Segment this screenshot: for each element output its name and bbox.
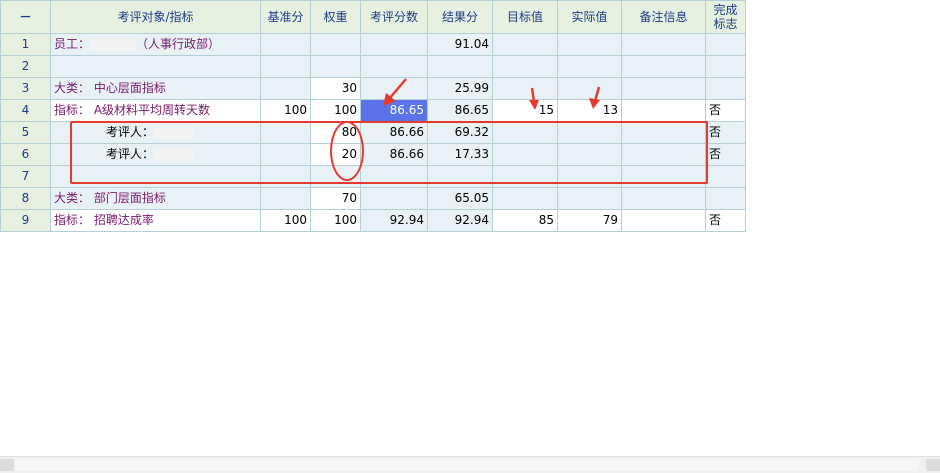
- col-header-flag-label: 完成标志: [713, 3, 738, 31]
- evaluation-grid: － 考评对象/指标 基准分 权重 考评分数 结果分 目标值 实际值 备注信息 完…: [0, 0, 746, 232]
- cell-actual[interactable]: [557, 55, 622, 78]
- cell-actual[interactable]: [557, 33, 622, 56]
- cell-flag[interactable]: [705, 165, 746, 188]
- col-header-result[interactable]: 结果分: [427, 0, 493, 34]
- cell-score[interactable]: [360, 55, 428, 78]
- cell-weight[interactable]: [310, 33, 361, 56]
- cell-flag[interactable]: 否: [705, 121, 746, 144]
- row-number[interactable]: 5: [0, 121, 51, 144]
- table-row: 9 指标： 招聘达成率 100 100 92.94 92.94 85 79 否: [0, 209, 746, 232]
- annotation-rectangle: [70, 121, 708, 184]
- cell-result[interactable]: 25.99: [427, 77, 493, 100]
- cell-score[interactable]: [360, 33, 428, 56]
- row-label[interactable]: [50, 55, 261, 78]
- col-header-actual[interactable]: 实际值: [557, 0, 622, 34]
- annotation-arrow-actual: [589, 86, 601, 109]
- header-row: － 考评对象/指标 基准分 权重 考评分数 结果分 目标值 实际值 备注信息 完…: [0, 0, 746, 34]
- cell-base[interactable]: [260, 77, 311, 100]
- row-label[interactable]: 大类： 部门层面指标: [50, 187, 261, 210]
- cell-base[interactable]: [260, 187, 311, 210]
- cell-base[interactable]: [260, 55, 311, 78]
- table-row: 4 指标： A级材料平均周转天数 100 100 86.65 86.65 15 …: [0, 99, 746, 122]
- table-row: 1 员工： （人事行政部） 91.04: [0, 33, 746, 56]
- annotation-arrow-target: [529, 87, 539, 110]
- cell-actual[interactable]: 79: [557, 209, 622, 232]
- cell-base[interactable]: [260, 33, 311, 56]
- col-header-weight[interactable]: 权重: [310, 0, 361, 34]
- scrollbar-thumb[interactable]: [14, 459, 919, 471]
- cell-target[interactable]: 85: [492, 209, 558, 232]
- col-header-object[interactable]: 考评对象/指标: [50, 0, 261, 34]
- cell-flag[interactable]: 否: [705, 143, 746, 166]
- table-row: 3 大类： 中心层面指标 30 25.99: [0, 77, 746, 100]
- cell-weight[interactable]: 100: [310, 209, 361, 232]
- cell-note[interactable]: [621, 187, 706, 210]
- scroll-left-button[interactable]: [0, 459, 14, 471]
- row-label-prefix: 员工：: [54, 37, 91, 51]
- cell-target[interactable]: [492, 187, 558, 210]
- cell-target[interactable]: 15: [492, 99, 558, 122]
- cell-result[interactable]: 91.04: [427, 33, 493, 56]
- cell-target[interactable]: [492, 33, 558, 56]
- redacted-name: [90, 38, 137, 51]
- cell-result[interactable]: 65.05: [427, 187, 493, 210]
- collapse-toggle[interactable]: －: [0, 0, 51, 34]
- cell-note[interactable]: [621, 33, 706, 56]
- cell-flag[interactable]: [705, 55, 746, 78]
- cell-result[interactable]: 86.65: [427, 99, 493, 122]
- row-number[interactable]: 2: [0, 55, 51, 78]
- cell-note[interactable]: [621, 77, 706, 100]
- annotation-arrow-score: [383, 78, 407, 106]
- cell-flag[interactable]: [705, 187, 746, 210]
- cell-weight[interactable]: 30: [310, 77, 361, 100]
- cell-base[interactable]: 100: [260, 99, 311, 122]
- row-number[interactable]: 8: [0, 187, 51, 210]
- cell-weight[interactable]: [310, 55, 361, 78]
- scroll-right-button[interactable]: [926, 459, 940, 471]
- row-number[interactable]: 6: [0, 143, 51, 166]
- cell-target[interactable]: [492, 55, 558, 78]
- col-header-base[interactable]: 基准分: [260, 0, 311, 34]
- col-header-note[interactable]: 备注信息: [621, 0, 706, 34]
- table-row: 8 大类： 部门层面指标 70 65.05: [0, 187, 746, 210]
- cell-base[interactable]: 100: [260, 209, 311, 232]
- row-number[interactable]: 4: [0, 99, 51, 122]
- row-number[interactable]: 9: [0, 209, 51, 232]
- cell-score[interactable]: [360, 187, 428, 210]
- cell-result[interactable]: 92.94: [427, 209, 493, 232]
- col-header-target[interactable]: 目标值: [492, 0, 558, 34]
- cell-flag[interactable]: 否: [705, 99, 746, 122]
- row-label[interactable]: 指标： A级材料平均周转天数: [50, 99, 261, 122]
- row-label[interactable]: 指标： 招聘达成率: [50, 209, 261, 232]
- cell-note[interactable]: [621, 55, 706, 78]
- row-label[interactable]: 员工： （人事行政部）: [50, 33, 261, 56]
- row-number[interactable]: 7: [0, 165, 51, 188]
- cell-score[interactable]: 92.94: [360, 209, 428, 232]
- annotation-oval: [330, 121, 364, 181]
- cell-note[interactable]: [621, 209, 706, 232]
- col-header-flag[interactable]: 完成标志: [705, 0, 746, 34]
- cell-result[interactable]: [427, 55, 493, 78]
- cell-weight[interactable]: 70: [310, 187, 361, 210]
- cell-note[interactable]: [621, 99, 706, 122]
- cell-weight[interactable]: 100: [310, 99, 361, 122]
- horizontal-scrollbar[interactable]: [0, 456, 940, 473]
- table-row: 2: [0, 55, 746, 78]
- row-number[interactable]: 1: [0, 33, 51, 56]
- cell-flag[interactable]: [705, 33, 746, 56]
- row-number[interactable]: 3: [0, 77, 51, 100]
- cell-flag[interactable]: 否: [705, 209, 746, 232]
- cell-actual[interactable]: [557, 187, 622, 210]
- cell-target[interactable]: [492, 77, 558, 100]
- col-header-score[interactable]: 考评分数: [360, 0, 428, 34]
- cell-flag[interactable]: [705, 77, 746, 100]
- row-label[interactable]: 大类： 中心层面指标: [50, 77, 261, 100]
- row-label-suffix: （人事行政部）: [136, 37, 221, 51]
